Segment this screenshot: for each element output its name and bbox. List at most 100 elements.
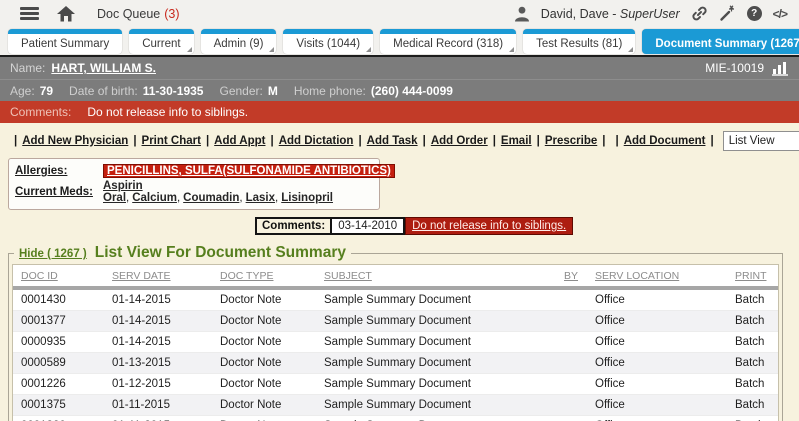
table-row[interactable]: 000058901-13-2015Doctor NoteSample Summa… <box>13 353 778 374</box>
separator: , <box>177 192 180 204</box>
table-cell: Doctor Note <box>220 288 324 311</box>
tab-dropdown-corner-icon <box>187 47 192 52</box>
wand-icon[interactable] <box>719 5 736 22</box>
tab-patient-summary[interactable]: Patient Summary <box>8 29 122 54</box>
column-header-serv-location[interactable]: SERV LOCATION <box>595 265 735 288</box>
column-header-subject[interactable]: SUBJECT <box>324 265 564 288</box>
hide-link[interactable]: Hide ( 1267 ) <box>19 248 87 260</box>
table-row[interactable]: 000137501-11-2015Doctor NoteSample Summa… <box>13 395 778 416</box>
table-row[interactable]: 000132001-11-2015Doctor NoteSample Summa… <box>13 416 778 421</box>
tab-visits-1044[interactable]: Visits (1044) <box>283 29 373 54</box>
chart-comments-line: Comments: 03-14-2010 Do not release info… <box>255 217 573 235</box>
table-cell: Office <box>595 311 735 332</box>
document-table: DOC IDSERV DATEDOC TYPESUBJECTBYSERV LOC… <box>13 265 778 421</box>
table-cell <box>564 374 595 395</box>
allergy-alert-link[interactable]: PENICILLINS, SULFA(SULFONAMIDE ANTIBIOTI… <box>103 164 395 178</box>
tab-admin-9[interactable]: Admin (9) <box>201 29 277 54</box>
page-title: Doc Queue <box>97 7 160 21</box>
table-row[interactable]: 000143001-14-2015Doctor NoteSample Summa… <box>13 288 778 311</box>
column-header-serv-date[interactable]: SERV DATE <box>112 265 220 288</box>
tab-label: Patient Summary <box>21 38 109 50</box>
action-prescribe[interactable]: Prescribe <box>545 135 597 147</box>
action-add-new-physician[interactable]: Add New Physician <box>22 135 128 147</box>
table-cell: Doctor Note <box>220 416 324 421</box>
link-icon[interactable] <box>691 5 708 22</box>
action-add-task[interactable]: Add Task <box>367 135 418 147</box>
med-link-lasix[interactable]: Lasix <box>246 192 275 204</box>
column-header-print[interactable]: PRINT <box>735 265 778 288</box>
demographic-value: (260) 444-0099 <box>371 84 453 98</box>
column-header-doc-type[interactable]: DOC TYPE <box>220 265 324 288</box>
table-row[interactable]: 000093501-14-2015Doctor NoteSample Summa… <box>13 332 778 353</box>
queue-count-badge: (3) <box>164 7 179 21</box>
chart-comments-box: Comments: 03-14-2010 <box>255 217 405 235</box>
list-view-title: List View For Document Summary <box>95 244 346 262</box>
tab-label: Document Summary (1267) <box>655 38 799 50</box>
comments-banner-text: Do not release info to siblings. <box>87 105 248 119</box>
table-cell: Office <box>595 288 735 311</box>
table-cell: 0001375 <box>13 395 112 416</box>
document-table-wrap: DOC IDSERV DATEDOC TYPESUBJECTBYSERV LOC… <box>12 264 779 421</box>
user-menu[interactable]: David, Dave - SuperUser <box>541 7 680 21</box>
tab-label: Medical Record (318) <box>393 38 503 50</box>
table-row[interactable]: 000137701-14-2015Doctor NoteSample Summa… <box>13 311 778 332</box>
add-document-link[interactable]: Add Document <box>624 135 706 147</box>
tab-test-results-81[interactable]: Test Results (81) <box>523 29 635 54</box>
separator: | <box>710 135 713 147</box>
column-header-by[interactable]: BY <box>564 265 595 288</box>
patient-name-link[interactable]: HART, WILLIAM S. <box>51 61 156 75</box>
separator: | <box>206 135 209 147</box>
tab-medical-record-318[interactable]: Medical Record (318) <box>380 29 516 54</box>
tab-label: Admin (9) <box>214 38 264 50</box>
table-cell: 01-14-2015 <box>112 288 220 311</box>
separator: | <box>423 135 426 147</box>
list-view-legend: Hide ( 1267 ) List View For Document Sum… <box>14 244 351 262</box>
table-cell: Batch <box>735 332 778 353</box>
separator: | <box>602 135 605 147</box>
chart-comments-alert-text: Do not release info to siblings. <box>412 220 566 232</box>
separator: | <box>493 135 496 147</box>
table-cell: Sample Summary Document <box>324 332 564 353</box>
demographic-value: 11-30-1935 <box>143 84 204 98</box>
home-icon[interactable] <box>57 6 75 22</box>
help-icon[interactable]: ? <box>747 6 762 21</box>
chart-comments-date[interactable]: 03-14-2010 <box>332 219 403 233</box>
demographic-label: Date of birth: <box>69 84 138 98</box>
actions-row: | Add New Physician | Print Chart | Add Appt |… <box>0 131 799 151</box>
chart-icon[interactable] <box>772 61 789 76</box>
demographic-value: 79 <box>40 84 53 98</box>
table-row[interactable]: 000122601-12-2015Doctor NoteSample Summa… <box>13 374 778 395</box>
menu-icon[interactable] <box>20 7 39 20</box>
demographic-value: M <box>268 84 278 98</box>
action-print-chart[interactable]: Print Chart <box>142 135 201 147</box>
demographic-label: Gender: <box>219 84 262 98</box>
chart-comments-alert-link[interactable]: Do not release info to siblings. <box>405 217 573 235</box>
code-icon[interactable]: </> <box>773 7 787 21</box>
action-add-appt[interactable]: Add Appt <box>214 135 265 147</box>
table-cell: Sample Summary Document <box>324 416 564 421</box>
table-cell <box>564 311 595 332</box>
demographic-gender: Gender: M <box>219 84 277 98</box>
table-header-row: DOC IDSERV DATEDOC TYPESUBJECTBYSERV LOC… <box>13 265 778 288</box>
separator: | <box>537 135 540 147</box>
table-cell: Sample Summary Document <box>324 288 564 311</box>
demographic-label: Age: <box>10 84 35 98</box>
table-cell: Sample Summary Document <box>324 374 564 395</box>
table-cell: Doctor Note <box>220 395 324 416</box>
table-cell: Sample Summary Document <box>324 395 564 416</box>
action-add-dictation[interactable]: Add Dictation <box>279 135 354 147</box>
action-email[interactable]: Email <box>501 135 532 147</box>
med-link-coumadin[interactable]: Coumadin <box>183 192 239 204</box>
table-cell: 0001430 <box>13 288 112 311</box>
table-cell: Batch <box>735 416 778 421</box>
tab-document-summary-1267[interactable]: Document Summary (1267) <box>642 29 799 54</box>
tab-current[interactable]: Current <box>129 29 193 54</box>
med-link-calcium[interactable]: Calcium <box>132 192 177 204</box>
tab-dropdown-corner-icon <box>269 47 274 52</box>
view-select[interactable]: List View ▼ <box>723 131 799 151</box>
separator: , <box>239 192 242 204</box>
table-cell <box>564 353 595 374</box>
column-header-doc-id[interactable]: DOC ID <box>13 265 112 288</box>
action-add-order[interactable]: Add Order <box>431 135 488 147</box>
med-link-lisinopril[interactable]: Lisinopril <box>281 192 333 204</box>
